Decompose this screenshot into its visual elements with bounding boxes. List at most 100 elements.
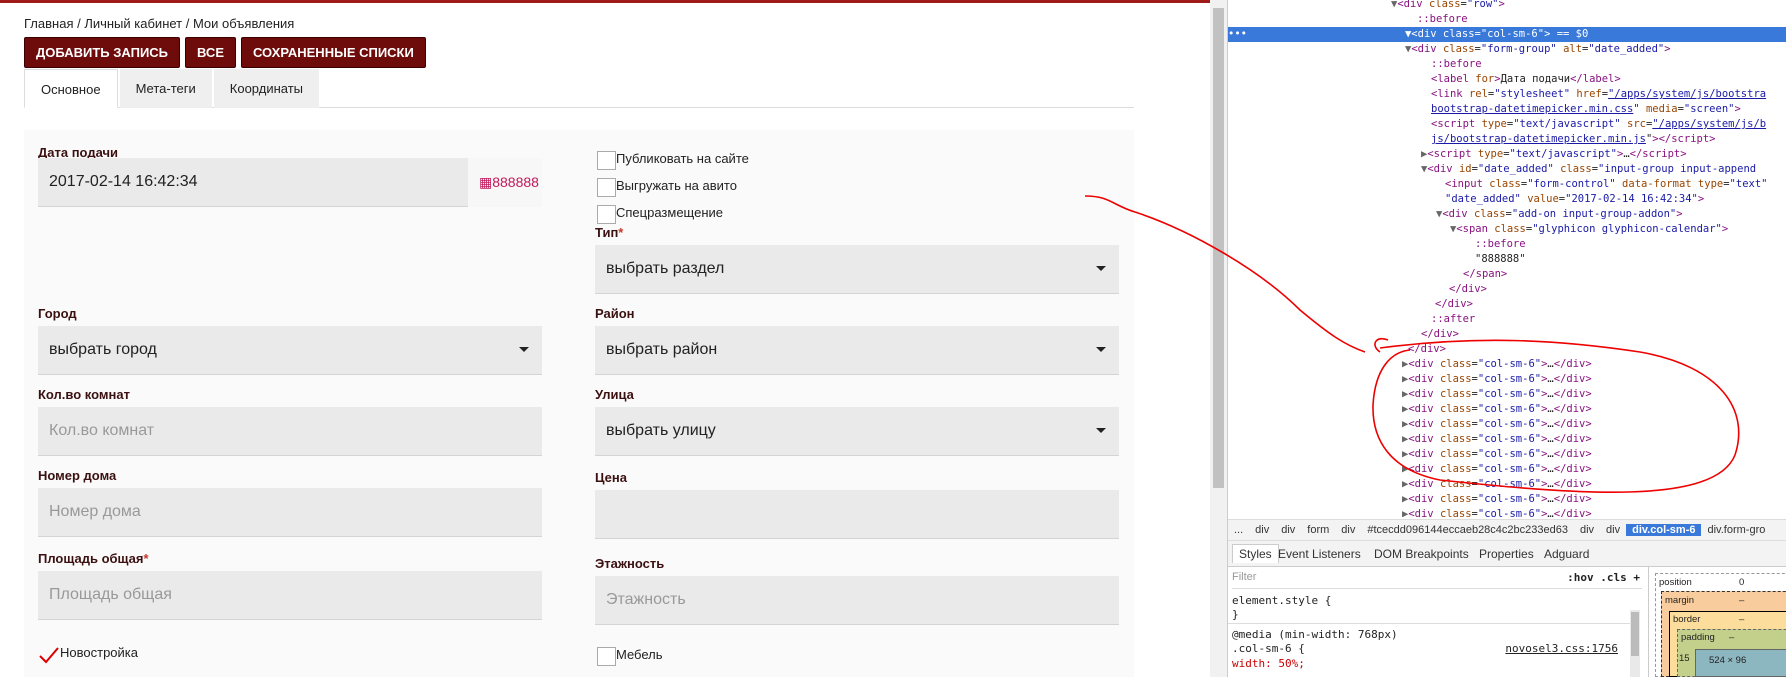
date-input[interactable]: 2017-02-14 16:42:34 [38,158,468,207]
styles-tabs: Styles Event Listeners DOM Breakpoints P… [1228,541,1786,567]
floors-input[interactable]: Этажность [595,576,1119,625]
dom-line[interactable]: ▶<script type="text/javascript">…</scrip… [1228,147,1786,162]
box-model: position 0 margin – border – padding – 1… [1648,567,1786,677]
crumb-selected[interactable]: div.col-sm-6 [1626,524,1702,536]
top-accent-bar [0,0,1210,3]
add-record-button[interactable]: ДОБАВИТЬ ЗАПИСЬ [24,37,181,68]
page-scrollbar[interactable] [1210,0,1227,677]
street-label: Улица [595,387,634,402]
style-line: width: 50%; [1232,657,1305,670]
checkbox-box[interactable] [597,647,616,666]
street-select[interactable]: выбрать улицу [595,407,1119,456]
chevron-down-icon [519,347,529,352]
dom-line[interactable]: ▼<div class="row"> [1228,0,1786,12]
crumb[interactable]: div.form-gro [1701,524,1771,536]
tab-properties[interactable]: Properties [1473,545,1540,563]
type-select[interactable]: выбрать раздел [595,245,1119,294]
tab-coordinates[interactable]: Координаты [213,69,319,108]
dom-line[interactable]: ▶<div class="col-sm-6">…</div> [1228,492,1786,507]
dom-line[interactable]: ▶<div class="col-sm-6">…</div> [1228,387,1786,402]
dom-line[interactable]: ▶<div class="col-sm-6">…</div> [1228,462,1786,477]
scrollbar-thumb[interactable] [1213,8,1224,488]
crumb[interactable]: div [1275,524,1301,536]
dom-line[interactable]: ▼<div id="date_added" class="input-group… [1228,162,1786,177]
dom-line[interactable]: ▶<div class="col-sm-6">…</div> [1228,417,1786,432]
style-line: element.style { [1232,594,1332,607]
dom-line[interactable]: ▶<div class="col-sm-6">…</div> [1228,357,1786,372]
district-select[interactable]: выбрать район [595,326,1119,375]
saved-lists-button[interactable]: СОХРАНЕННЫЕ СПИСКИ [240,37,426,68]
dom-line[interactable]: bootstrap-datetimepicker.min.css" media=… [1228,102,1786,117]
checkbox-box[interactable] [597,151,616,170]
style-line: @media (min-width: 768px) [1232,628,1398,641]
newbuild-checkbox[interactable]: Новостройка [38,645,138,664]
style-line: .col-sm-6 { [1232,642,1305,655]
calendar-icon: ▦ [479,174,493,190]
dom-line[interactable]: ▶<div class="col-sm-6">…</div> [1228,372,1786,387]
dom-line[interactable]: ▶<div class="col-sm-6">…</div> [1228,432,1786,447]
styles-filter-input[interactable]: Filter :hov .cls + [1232,571,1642,589]
tab-dom-breakpoints[interactable]: DOM Breakpoints [1368,545,1475,563]
crumb[interactable]: div [1335,524,1361,536]
house-number-input[interactable]: Номер дома [38,488,542,537]
dom-line[interactable]: <link rel="stylesheet" href="/apps/syste… [1228,87,1786,102]
dom-line[interactable]: <label for>Дата подачи</label> [1228,72,1786,87]
breadcrumb: Главная / Личный кабинет / Мои объявлени… [24,16,295,31]
checkbox-box[interactable] [597,178,616,197]
crumb[interactable]: div [1249,524,1275,536]
dom-line[interactable]: ▼<span class="glyphicon glyphicon-calend… [1228,222,1786,237]
dom-line-selected[interactable]: ••• ▼<div class="col-sm-6"> == $0 [1228,27,1786,42]
dom-line[interactable]: </span> [1228,267,1786,282]
dom-line[interactable]: ▼<div class="add-on input-group-addon"> [1228,207,1786,222]
web-page: Главная / Личный кабинет / Мои объявлени… [0,0,1210,677]
dom-line[interactable]: ▶<div class="col-sm-6">…</div> [1228,402,1786,417]
dom-line[interactable]: <script type="text/javascript" src="/app… [1228,117,1786,132]
dom-line[interactable]: "date_added" value="2017-02-14 16:42:34"… [1228,192,1786,207]
hov-cls-buttons[interactable]: :hov .cls + [1567,571,1640,584]
crumb[interactable]: ... [1228,524,1249,536]
crumb[interactable]: div [1600,524,1626,536]
city-select[interactable]: выбрать город [38,326,542,375]
special-checkbox[interactable]: Спецразмещение [597,205,723,224]
dom-line[interactable]: ▶<div class="col-sm-6">…</div> [1228,507,1786,517]
crumb[interactable]: form [1301,524,1335,536]
dom-line[interactable]: js/bootstrap-datetimepicker.min.js"></sc… [1228,132,1786,147]
elements-tree: ▼<div class="row"> ::before ••• ▼<div cla… [1228,0,1786,517]
dom-breadcrumbs: ... div div form div #tcecdd096144eccaeb28c4c… [1228,519,1786,541]
dom-line[interactable]: ::before [1228,237,1786,252]
furniture-checkbox[interactable]: Мебель [597,647,663,666]
tab-meta-tags[interactable]: Мета-теги [119,69,212,108]
dom-line[interactable]: </div> [1228,297,1786,312]
tab-main[interactable]: Основное [24,69,118,108]
checkbox-box[interactable] [597,205,616,224]
dom-line[interactable]: </div> [1228,342,1786,357]
dom-line[interactable]: <input class="form-control" data-format … [1228,177,1786,192]
all-button[interactable]: ВСЕ [185,37,236,68]
tab-adguard[interactable]: Adguard [1538,545,1595,563]
dom-line[interactable]: </div> [1228,282,1786,297]
dom-line[interactable]: ▶<div class="col-sm-6">…</div> [1228,477,1786,492]
dom-line[interactable]: ▶<div class="col-sm-6">…</div> [1228,447,1786,462]
dom-line[interactable]: "888888" [1228,252,1786,267]
dom-line[interactable]: </div> [1228,327,1786,342]
chevron-down-icon [1096,347,1106,352]
stylesheet-link[interactable]: novosel3.css:1756 [1505,642,1618,655]
styles-pane: Filter :hov .cls + element.style { } @me… [1228,567,1646,677]
avito-checkbox[interactable]: Выгружать на авито [597,178,737,197]
dom-line[interactable]: ::before [1228,57,1786,72]
area-input[interactable]: Площадь общая [38,571,542,620]
house-number-label: Номер дома [38,468,117,483]
crumb[interactable]: div [1574,524,1600,536]
dom-line[interactable]: ::after [1228,312,1786,327]
price-input[interactable] [595,490,1119,539]
styles-scrollbar[interactable] [1630,610,1640,677]
rooms-input[interactable]: Кол.во комнат [38,407,542,456]
calendar-addon[interactable]: ▦888888 [468,158,542,207]
publish-checkbox[interactable]: Публиковать на сайте [597,151,749,170]
crumb[interactable]: #tcecdd096144eccaeb28c4c2bc233ed63 [1361,524,1574,536]
tab-event-listeners[interactable]: Event Listeners [1272,545,1367,563]
dom-line[interactable]: ::before [1228,12,1786,27]
rooms-label: Кол.во комнат [38,387,130,402]
city-label: Город [38,306,77,321]
dom-line[interactable]: ▼<div class="form-group" alt="date_added… [1228,42,1786,57]
